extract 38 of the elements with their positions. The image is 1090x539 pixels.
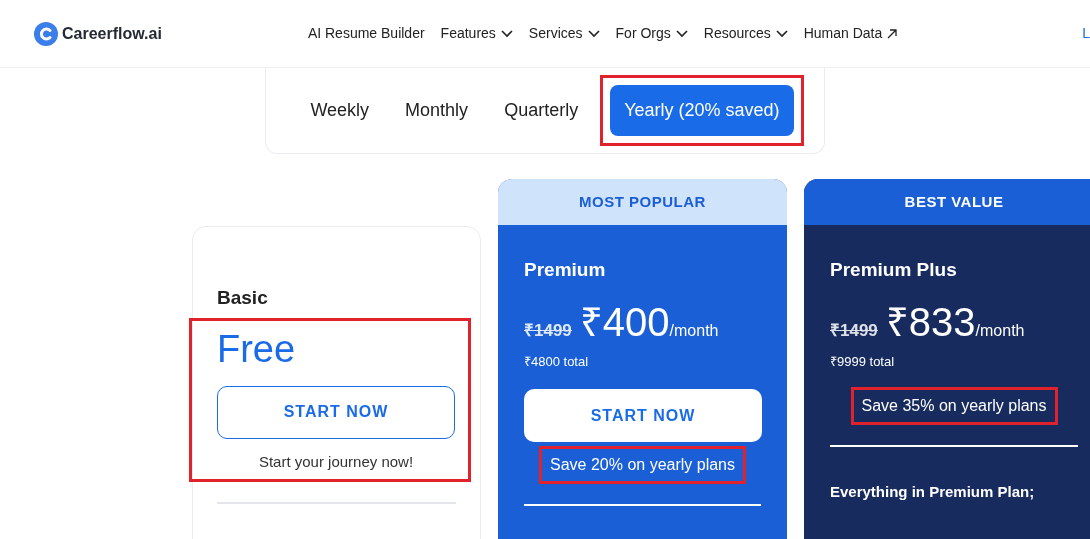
total-price: ₹9999 total (830, 352, 896, 371)
external-link-icon (887, 28, 898, 39)
billing-tab[interactable]: Weekly (296, 85, 384, 136)
features-heading: Everything in Premium Plan; (830, 483, 1036, 502)
price-period: /month (669, 321, 719, 340)
price-period: /month (975, 321, 1025, 340)
plan-name: Premium Plus (830, 259, 958, 282)
plan-name: Basic (217, 287, 269, 310)
nav-link[interactable]: For Orgs (615, 23, 688, 44)
chevron-down-icon (587, 29, 600, 38)
nav-link[interactable]: AI Resume Builder (307, 23, 425, 44)
chevron-down-icon (500, 29, 513, 38)
plan-banner: MOST POPULAR (498, 179, 787, 225)
billing-tab[interactable]: Monthly (391, 85, 483, 136)
nav-link[interactable]: Resources (703, 23, 788, 44)
chevron-down-icon (775, 29, 788, 38)
total-price: ₹4800 total (524, 352, 590, 371)
plan-banner: BEST VALUE (804, 179, 1090, 225)
nav-link[interactable]: Services (528, 23, 600, 44)
old-price: ₹1499 (830, 321, 878, 341)
nav-link[interactable]: Features (440, 23, 513, 44)
savings-note: Save 20% on yearly plans (539, 446, 746, 485)
logo-icon (34, 21, 58, 46)
start-button[interactable]: START NOW (524, 389, 762, 443)
logo-link[interactable]: Careerflow.ai (34, 21, 162, 46)
chevron-down-icon (675, 29, 688, 38)
plan-price: ₹833 (885, 299, 976, 344)
nav-link[interactable]: Human Data (803, 23, 898, 44)
savings-note: Save 35% on yearly plans (850, 387, 1058, 426)
plan-price: ₹400 (579, 299, 670, 344)
billing-tab[interactable]: Quarterly (490, 85, 593, 136)
start-button[interactable]: START NOW (217, 385, 455, 439)
plan-price: Free (217, 326, 297, 372)
login-link[interactable]: L (1082, 23, 1090, 44)
plan-tagline: Start your journey now! (257, 451, 415, 472)
billing-tab[interactable]: Yearly (20% saved) (610, 85, 794, 136)
old-price: ₹1499 (524, 321, 572, 341)
plan-name: Premium (524, 259, 607, 282)
